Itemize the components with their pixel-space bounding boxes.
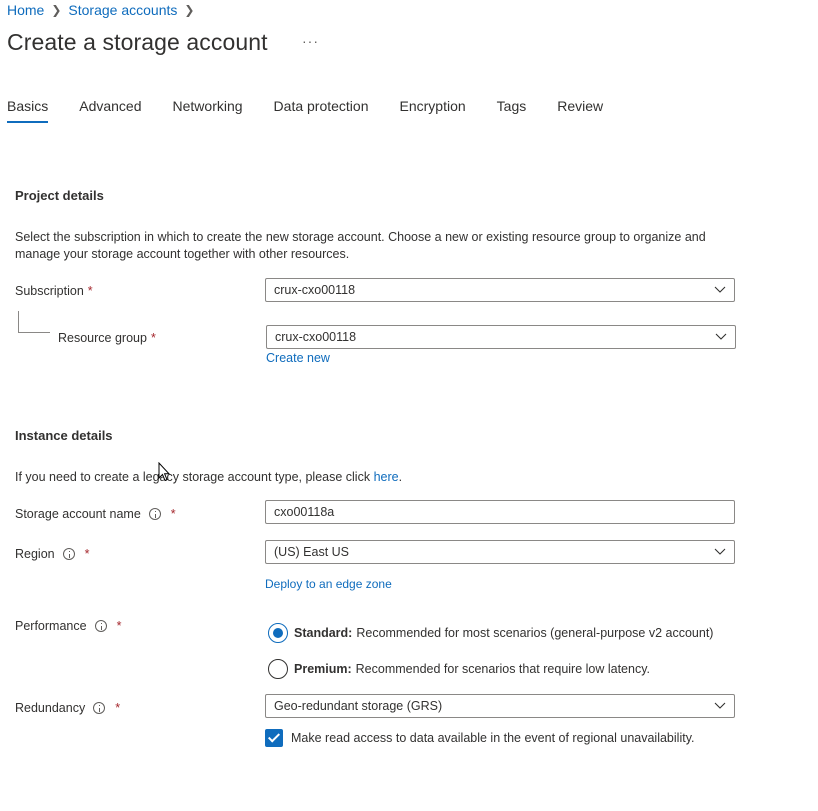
storage-account-name-label-text: Storage account name — [15, 507, 141, 521]
info-icon[interactable] — [94, 620, 107, 632]
read-access-checkbox[interactable] — [265, 729, 283, 747]
breadcrumb-storage-accounts[interactable]: Storage accounts — [68, 2, 177, 18]
resource-group-label-text: Resource group — [58, 331, 147, 345]
info-icon[interactable] — [62, 548, 75, 560]
premium-label: Premium: — [294, 662, 352, 676]
project-details-heading: Project details — [15, 188, 104, 203]
standard-label: Standard: — [294, 626, 353, 640]
region-dropdown[interactable]: (US) East US — [265, 540, 735, 564]
tab-networking[interactable]: Networking — [173, 97, 243, 124]
legacy-account-text: If you need to create a legacy storage a… — [15, 469, 402, 486]
storage-account-name-input[interactable]: cxo00118a — [265, 500, 735, 524]
page-title: Create a storage account — [7, 29, 268, 55]
redundancy-label-text: Redundancy — [15, 701, 86, 715]
chevron-down-icon — [714, 702, 726, 709]
subscription-label-text: Subscription — [15, 284, 84, 298]
more-options-button[interactable]: ··· — [302, 33, 319, 49]
redundancy-dropdown[interactable]: Geo-redundant storage (GRS) — [265, 694, 735, 718]
required-marker: * — [84, 547, 90, 561]
description-line: Select the subscription in which to crea… — [15, 230, 706, 244]
tab-basics[interactable]: Basics — [7, 97, 49, 124]
breadcrumb-home[interactable]: Home — [7, 2, 44, 18]
tab-encryption[interactable]: Encryption — [400, 97, 466, 124]
tab-bar: Basics Advanced Networking Data protecti… — [7, 97, 634, 124]
chevron-right-icon: ❯ — [184, 3, 195, 17]
redundancy-value: Geo-redundant storage (GRS) — [274, 699, 443, 713]
read-access-label: Make read access to data available in th… — [291, 731, 695, 745]
tab-tags[interactable]: Tags — [497, 97, 527, 124]
legacy-period: . — [398, 470, 403, 484]
performance-standard-option[interactable]: Standard: Recommended for most scenarios… — [268, 623, 713, 643]
premium-description: Recommended for scenarios that require l… — [355, 662, 651, 676]
region-label-text: Region — [15, 547, 55, 561]
chevron-right-icon: ❯ — [51, 3, 62, 17]
storage-account-name-value: cxo00118a — [274, 505, 335, 519]
radio-standard[interactable] — [268, 623, 288, 643]
breadcrumb: Home ❯ Storage accounts ❯ — [7, 1, 201, 19]
subscription-label: Subscription * — [15, 284, 93, 298]
resource-group-value: crux-cxo00118 — [275, 330, 357, 344]
standard-description: Recommended for most scenarios (general-… — [356, 626, 714, 640]
required-marker: * — [116, 619, 122, 633]
instance-details-heading: Instance details — [15, 428, 113, 443]
legacy-account-description: If you need to create a legacy storage a… — [15, 470, 371, 484]
required-marker: * — [115, 701, 121, 715]
region-label: Region * — [15, 547, 90, 561]
project-details-description: Select the subscription in which to crea… — [15, 229, 706, 263]
performance-label: Performance * — [15, 619, 121, 633]
redundancy-label: Redundancy * — [15, 701, 120, 715]
hierarchy-connector — [18, 311, 50, 333]
mouse-cursor-icon — [158, 462, 170, 482]
storage-account-name-label: Storage account name * — [15, 507, 176, 521]
resource-group-label: Resource group * — [58, 331, 156, 345]
tab-data-protection[interactable]: Data protection — [274, 97, 369, 124]
performance-label-text: Performance — [15, 619, 87, 633]
chevron-down-icon — [714, 548, 726, 555]
performance-premium-option[interactable]: Premium: Recommended for scenarios that … — [268, 659, 650, 679]
read-access-option[interactable]: Make read access to data available in th… — [265, 729, 695, 747]
tab-review[interactable]: Review — [557, 97, 603, 124]
required-marker: * — [150, 331, 156, 345]
info-icon[interactable] — [148, 508, 161, 520]
deploy-edge-zone-link[interactable]: Deploy to an edge zone — [265, 577, 392, 591]
legacy-account-link[interactable]: here — [374, 470, 399, 484]
region-value: (US) East US — [274, 545, 350, 559]
required-marker: * — [87, 284, 93, 298]
tab-advanced[interactable]: Advanced — [79, 97, 141, 124]
required-marker: * — [170, 507, 176, 521]
chevron-down-icon — [714, 286, 726, 293]
radio-premium[interactable] — [268, 659, 288, 679]
chevron-down-icon — [715, 333, 727, 340]
description-line: manage your storage account together wit… — [15, 247, 350, 261]
subscription-value: crux-cxo00118 — [274, 283, 356, 297]
resource-group-dropdown[interactable]: crux-cxo00118 — [266, 325, 736, 349]
info-icon[interactable] — [93, 702, 106, 714]
subscription-dropdown[interactable]: crux-cxo00118 — [265, 278, 735, 302]
create-new-resource-group-link[interactable]: Create new — [266, 351, 330, 365]
